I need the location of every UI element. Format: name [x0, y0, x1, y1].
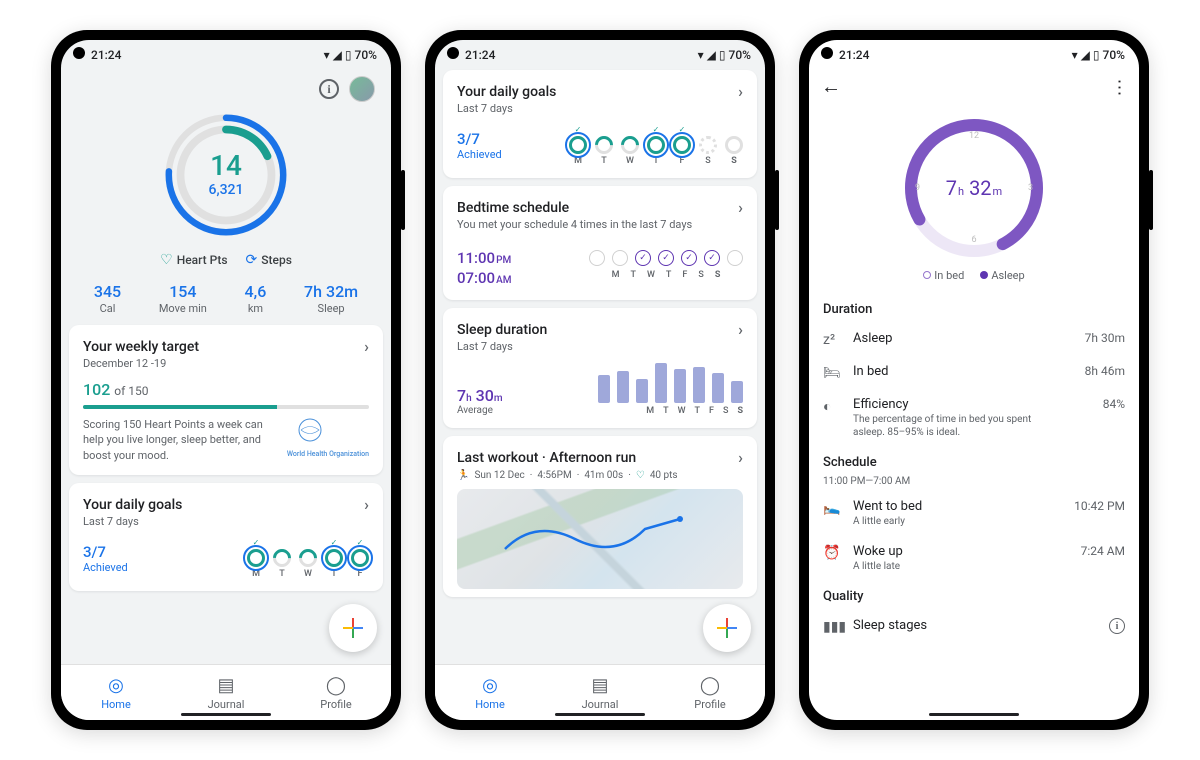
- card-bedtime[interactable]: Bedtime schedule› You met your schedule …: [443, 186, 757, 300]
- nav-journal[interactable]: ▤Journal: [171, 665, 281, 720]
- screen: 21:24 ▾ ◢ ▯ 70% i: [61, 40, 391, 720]
- metric-km[interactable]: 4,6km: [245, 282, 267, 315]
- fab-add[interactable]: [703, 604, 751, 652]
- content: Your daily goals› Last 7 days 3/7Achieve…: [435, 66, 765, 664]
- bed-in-icon: 🛌: [823, 500, 841, 516]
- activity-legend: ♡Heart Pts ⟳Steps: [69, 246, 383, 278]
- chevron-right-icon: ›: [738, 198, 743, 217]
- efficiency-icon: ◐: [823, 398, 841, 415]
- status-bar: 21:24 ▾ ◢ ▯ 70%: [61, 40, 391, 66]
- screen: 21:24 ▾◢▯70% ← ⋯ 12 3 6 9 7h 32m: [809, 40, 1139, 720]
- battery-pct: 70%: [355, 48, 377, 62]
- sleep-topbar: ← ⋯: [809, 66, 1139, 103]
- topbar: i: [69, 70, 383, 106]
- content: i 14 6,321 ♡Heart: [61, 66, 391, 664]
- row-asleep[interactable]: z²Asleep 7h 30m: [809, 323, 1139, 356]
- metric-sleep[interactable]: 7h 32mSleep: [304, 282, 358, 315]
- back-icon[interactable]: ←: [821, 74, 841, 99]
- heart-points-value: 14: [210, 152, 242, 180]
- row-efficiency[interactable]: ◐EfficiencyThe percentage of time in bed…: [809, 389, 1139, 447]
- progress-bar: [83, 405, 369, 409]
- metric-movemin[interactable]: 154Move min: [159, 282, 207, 315]
- row-sleep-stages[interactable]: ▮▮▮Sleep stages i: [809, 610, 1139, 643]
- home-icon: ◎: [108, 675, 124, 696]
- plus-icon: [717, 618, 737, 638]
- sleep-bars: [598, 363, 743, 403]
- row-woke-up[interactable]: ⏰Woke upA little late 7:24 AM: [809, 536, 1139, 581]
- home-bar[interactable]: [929, 713, 1019, 716]
- bottom-nav: ◎Home ▤Journal ◯Profile: [435, 664, 765, 720]
- card-sleep-duration[interactable]: Sleep duration› Last 7 days 7h 30m Avera…: [443, 308, 757, 428]
- wifi-icon: ▾: [324, 48, 330, 62]
- sleep-icon: z²: [823, 332, 841, 348]
- daily-goal-days: ✓M T W ✓T ✓F: [247, 538, 369, 579]
- activity-ring[interactable]: 14 6,321: [69, 106, 383, 246]
- card-last-workout[interactable]: Last workout · Afternoon run› 🏃 Sun 12 D…: [443, 436, 757, 597]
- home-bar[interactable]: [555, 713, 645, 716]
- avatar[interactable]: [349, 76, 375, 102]
- steps-icon: ⟳: [246, 252, 258, 268]
- nav-home[interactable]: ◎Home: [61, 665, 171, 720]
- screen: 21:24 ▾◢▯70% Your daily goals› Last 7 da…: [435, 40, 765, 720]
- bars-icon: ▮▮▮: [823, 619, 841, 635]
- status-bar: 21:24 ▾◢▯70%: [809, 40, 1139, 66]
- metric-cal[interactable]: 345Cal: [94, 282, 121, 315]
- battery-icon: ▯: [345, 48, 352, 62]
- bottom-nav: ◎Home ▤Journal ◯Profile: [61, 664, 391, 720]
- alarm-icon: ⏰: [823, 545, 841, 561]
- bed-icon: 🛏: [823, 365, 841, 381]
- nav-profile[interactable]: ◯Profile: [655, 665, 765, 720]
- heart-icon: ♡: [160, 252, 173, 268]
- chevron-right-icon: ›: [738, 82, 743, 101]
- chevron-right-icon: ›: [364, 495, 369, 514]
- row-went-to-bed[interactable]: 🛌Went to bedA little early 10:42 PM: [809, 491, 1139, 536]
- phone-3: 21:24 ▾◢▯70% ← ⋯ 12 3 6 9 7h 32m: [799, 30, 1149, 730]
- steps-value: 6,321: [209, 182, 244, 198]
- sleep-ring: 12 3 6 9 7h 32m: [809, 103, 1139, 269]
- journal-icon: ▤: [217, 675, 234, 696]
- sleep-legend: In bed Asleep: [809, 269, 1139, 294]
- run-map: [457, 489, 743, 589]
- metrics-row: 345Cal 154Move min 4,6km 7h 32mSleep: [69, 278, 383, 325]
- section-schedule: Schedule: [809, 447, 1139, 476]
- camera-hole: [821, 47, 833, 59]
- phone-2: 21:24 ▾◢▯70% Your daily goals› Last 7 da…: [425, 30, 775, 730]
- section-quality: Quality: [809, 581, 1139, 610]
- section-duration: Duration: [809, 294, 1139, 323]
- phone-1: 21:24 ▾ ◢ ▯ 70% i: [51, 30, 401, 730]
- row-inbed[interactable]: 🛏In bed 8h 46m: [809, 356, 1139, 389]
- chevron-right-icon: ›: [364, 337, 369, 356]
- profile-icon: ◯: [326, 675, 346, 696]
- chevron-right-icon: ›: [738, 448, 743, 467]
- card-daily-goals[interactable]: Your daily goals› Last 7 days 3/7Achieve…: [443, 70, 757, 178]
- fab-add[interactable]: [329, 604, 377, 652]
- nav-journal[interactable]: ▤Journal: [545, 665, 655, 720]
- plus-icon: [343, 618, 363, 638]
- chevron-right-icon: ›: [738, 320, 743, 339]
- card-weekly-target[interactable]: Your weekly target› December 12 -19 102o…: [69, 325, 383, 475]
- who-logo: World Health Organization: [287, 417, 369, 459]
- status-time: 21:24: [839, 48, 869, 62]
- card-daily-goals[interactable]: Your daily goals› Last 7 days 3/7 Achiev…: [69, 483, 383, 591]
- camera-hole: [73, 47, 85, 59]
- nav-profile[interactable]: ◯Profile: [281, 665, 391, 720]
- status-bar: 21:24 ▾◢▯70%: [435, 40, 765, 66]
- camera-hole: [447, 47, 459, 59]
- info-icon[interactable]: i: [1109, 618, 1125, 634]
- home-bar[interactable]: [181, 713, 271, 716]
- info-icon[interactable]: i: [319, 79, 339, 99]
- status-time: 21:24: [91, 48, 121, 62]
- more-icon[interactable]: ⋯: [1109, 79, 1130, 95]
- nav-home[interactable]: ◎Home: [435, 665, 545, 720]
- status-icons: ▾ ◢ ▯ 70%: [324, 48, 377, 62]
- status-time: 21:24: [465, 48, 495, 62]
- signal-icon: ◢: [333, 48, 342, 62]
- run-icon: 🏃: [457, 470, 469, 481]
